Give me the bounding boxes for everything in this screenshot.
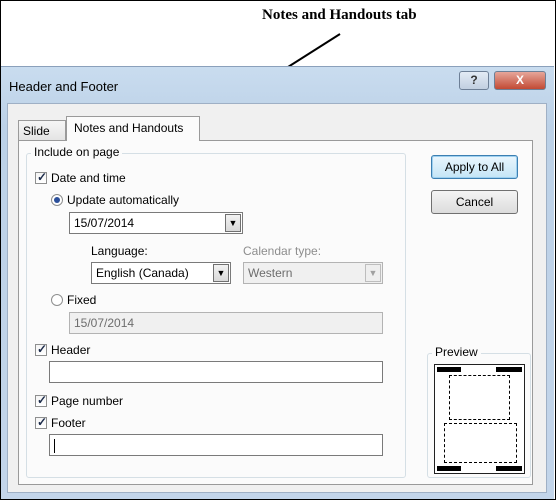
language-label: Language: [91, 244, 148, 258]
check-icon: ✓ [37, 342, 48, 356]
fixed-radio[interactable] [51, 294, 63, 306]
footer-label: Footer [51, 416, 86, 430]
page-number-checkbox[interactable]: ✓ [35, 393, 48, 407]
preview-legend: Preview [432, 345, 481, 359]
tab-notes-and-handouts[interactable]: Notes and Handouts [66, 116, 200, 141]
update-automatically-label: Update automatically [67, 193, 180, 207]
check-icon: ✓ [37, 393, 48, 407]
footer-checkbox[interactable]: ✓ [35, 415, 48, 429]
title-bar: Header and Footer ? X [1, 67, 554, 103]
header-footer-dialog: Header and Footer ? X Slide Notes and Ha… [1, 66, 554, 499]
text-cursor [54, 438, 55, 453]
preview-notes-placeholder [444, 423, 517, 463]
include-on-page-group: Include on page ✓ Date and time Update a… [26, 145, 406, 478]
tab-slide[interactable]: Slide [18, 120, 66, 140]
cancel-button[interactable]: Cancel [431, 190, 518, 214]
page-number-label: Page number [51, 394, 124, 408]
header-label: Header [51, 343, 91, 357]
dialog-title: Header and Footer [9, 79, 119, 94]
chevron-down-icon[interactable]: ▼ [225, 214, 241, 232]
preview-group: Preview [427, 345, 531, 478]
check-icon: ✓ [37, 170, 48, 184]
help-button[interactable]: ? [459, 71, 489, 90]
chevron-down-icon: ▼ [365, 264, 381, 282]
preview-page-thumbnail [434, 364, 525, 474]
calendar-type-value: Western [248, 266, 293, 280]
language-value: English (Canada) [96, 266, 189, 280]
close-button[interactable]: X [494, 71, 546, 90]
dialog-client-area: Slide Notes and Handouts Include on page… [7, 103, 547, 493]
fixed-label: Fixed [67, 293, 97, 307]
radio-selected-icon [54, 197, 60, 203]
date-value: 15/07/2014 [74, 216, 135, 230]
date-dropdown[interactable]: 15/07/2014 ▼ [69, 212, 243, 234]
date-time-checkbox[interactable]: ✓ [35, 170, 48, 184]
preview-header-right-marker [496, 367, 522, 372]
calendar-type-dropdown[interactable]: Western ▼ [243, 262, 383, 284]
date-time-label: Date and time [51, 171, 126, 185]
apply-to-all-button[interactable]: Apply to All [431, 155, 518, 179]
header-text-field[interactable] [49, 361, 383, 383]
fixed-date-field[interactable]: 15/07/2014 [69, 312, 383, 334]
preview-footer-left-marker [437, 466, 461, 471]
preview-header-left-marker [437, 367, 461, 372]
fixed-date-value: 15/07/2014 [74, 316, 135, 330]
chevron-down-icon[interactable]: ▼ [213, 264, 229, 282]
tab-panel: Include on page ✓ Date and time Update a… [18, 140, 533, 485]
language-dropdown[interactable]: English (Canada) ▼ [91, 262, 231, 284]
preview-footer-right-marker [496, 466, 522, 471]
preview-slide-placeholder [449, 375, 510, 420]
header-checkbox[interactable]: ✓ [35, 342, 48, 356]
update-automatically-radio[interactable] [51, 194, 63, 206]
include-on-page-legend: Include on page [31, 145, 123, 159]
calendar-type-label: Calendar type: [243, 244, 322, 258]
check-icon: ✓ [37, 415, 48, 429]
footer-text-field[interactable] [49, 434, 383, 456]
